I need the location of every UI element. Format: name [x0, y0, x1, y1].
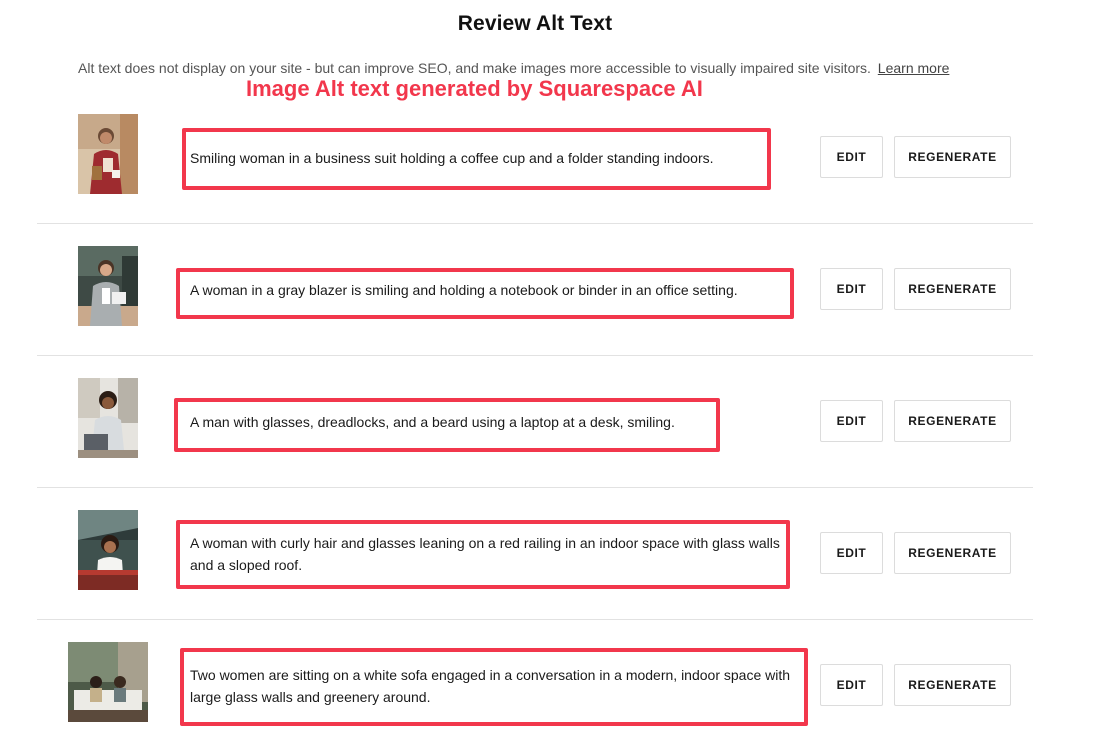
alt-text-row: Smiling woman in a business suit holding… — [0, 92, 1118, 224]
alt-text-row: Two women are sitting on a white sofa en… — [0, 620, 1118, 745]
learn-more-link[interactable]: Learn more — [878, 60, 950, 76]
dialog-title: Review Alt Text — [457, 12, 613, 35]
image-thumbnail — [68, 642, 148, 722]
image-thumbnail — [78, 114, 138, 194]
regenerate-button[interactable]: REGENERATE — [894, 664, 1011, 706]
regenerate-button[interactable]: REGENERATE — [894, 400, 1011, 442]
alt-text-value[interactable]: A woman with curly hair and glasses lean… — [190, 532, 784, 576]
image-thumbnail — [78, 246, 138, 326]
image-thumbnail — [78, 378, 138, 458]
alt-text-value[interactable]: A woman in a gray blazer is smiling and … — [190, 279, 790, 301]
edit-button[interactable]: EDIT — [820, 136, 883, 178]
dialog-description: Alt text does not display on your site -… — [78, 60, 1018, 76]
alt-text-value[interactable]: Two women are sitting on a white sofa en… — [190, 664, 802, 708]
edit-button[interactable]: EDIT — [820, 268, 883, 310]
alt-text-value[interactable]: A man with glasses, dreadlocks, and a be… — [190, 411, 710, 433]
description-text: Alt text does not display on your site -… — [78, 60, 871, 76]
alt-text-row: A woman in a gray blazer is smiling and … — [0, 224, 1118, 356]
alt-text-row: A man with glasses, dreadlocks, and a be… — [0, 356, 1118, 488]
review-alt-text-dialog: Review Alt Text Alt text does not displa… — [0, 0, 1118, 745]
alt-text-value[interactable]: Smiling woman in a business suit holding… — [190, 147, 765, 169]
edit-button[interactable]: EDIT — [820, 400, 883, 442]
alt-text-row: A woman with curly hair and glasses lean… — [0, 488, 1118, 620]
regenerate-button[interactable]: REGENERATE — [894, 532, 1011, 574]
edit-button[interactable]: EDIT — [820, 532, 883, 574]
regenerate-button[interactable]: REGENERATE — [894, 268, 1011, 310]
edit-button[interactable]: EDIT — [820, 664, 883, 706]
image-thumbnail — [78, 510, 138, 590]
regenerate-button[interactable]: REGENERATE — [894, 136, 1011, 178]
